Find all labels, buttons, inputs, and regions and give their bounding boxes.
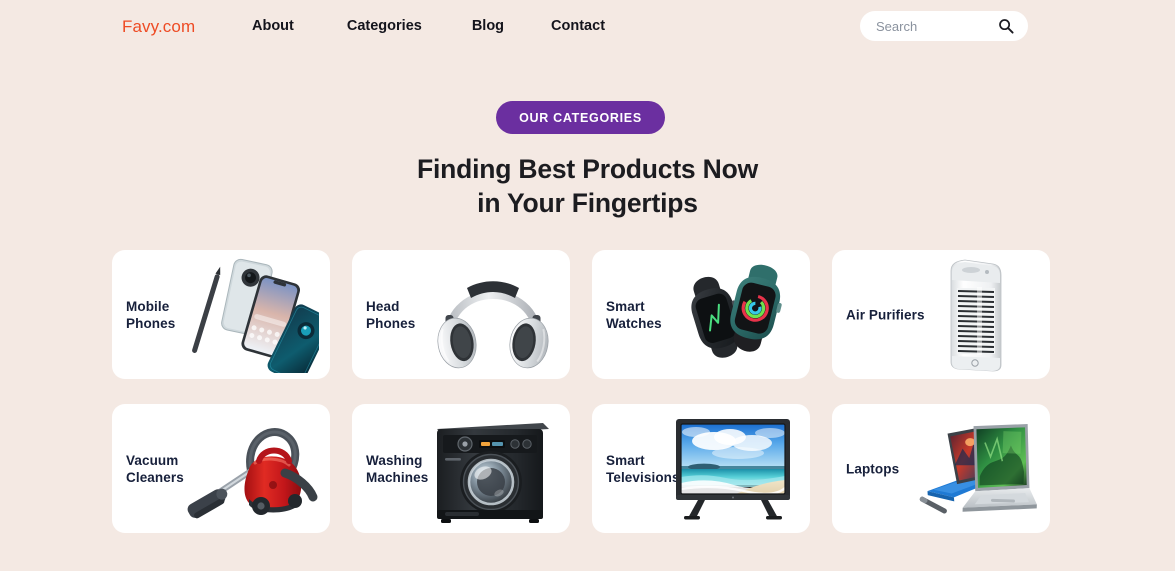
category-card-head-phones[interactable]: Head Phones [352, 250, 570, 379]
category-label-line-1: Smart [606, 298, 645, 314]
vacuum-cleaner-image [178, 404, 328, 533]
site-header: Favy.com About Categories Blog Contact [0, 0, 1175, 52]
smart-watches-image [658, 250, 808, 379]
nav-item-contact[interactable]: Contact [551, 18, 605, 34]
headphones-image [418, 250, 568, 379]
site-logo[interactable]: Favy.com [122, 17, 195, 37]
category-label: Mobile Phones [126, 298, 175, 332]
category-label-line-1: Mobile [126, 298, 170, 314]
category-card-air-purifiers[interactable]: Air Purifiers [832, 250, 1050, 379]
nav-item-blog[interactable]: Blog [472, 18, 504, 34]
category-label: Laptops [846, 460, 899, 477]
category-label-line-2: Phones [126, 315, 176, 331]
air-purifier-image [898, 250, 1048, 379]
category-label-line-2: Cleaners [126, 469, 184, 485]
category-card-laptops[interactable]: Laptops [832, 404, 1050, 533]
our-categories-badge[interactable]: OUR CATEGORIES [496, 101, 665, 134]
category-label: Head Phones [366, 298, 415, 332]
main-navigation: About Categories Blog Contact [252, 18, 605, 34]
nav-item-about[interactable]: About [252, 18, 294, 34]
search-box[interactable] [860, 11, 1028, 41]
category-label: Smart Watches [606, 298, 662, 332]
category-label-line-1: Head [366, 298, 400, 314]
search-icon[interactable] [998, 18, 1014, 34]
nav-item-categories[interactable]: Categories [347, 18, 422, 34]
search-input[interactable] [876, 14, 988, 38]
page-root: Favy.com About Categories Blog Contact O… [0, 0, 1175, 571]
category-card-smart-televisions[interactable]: Smart Televisions [592, 404, 810, 533]
category-label-line-2: Watches [606, 315, 662, 331]
smart-television-image [658, 404, 808, 533]
section-heading: Finding Best Products Now in Your Finger… [0, 152, 1175, 220]
category-card-smart-watches[interactable]: Smart Watches [592, 250, 810, 379]
category-label: Vacuum Cleaners [126, 452, 184, 486]
category-label-line-1: Vacuum [126, 452, 179, 468]
category-card-vacuum-cleaners[interactable]: Vacuum Cleaners [112, 404, 330, 533]
category-label-line-1: Laptops [846, 461, 900, 476]
washing-machine-image [418, 404, 568, 533]
mobile-phones-image [178, 250, 328, 379]
heading-line-1: Finding Best Products Now [417, 154, 758, 184]
category-card-washing-machines[interactable]: Washing Machines [352, 404, 570, 533]
categories-grid: Mobile Phones Head Phones Smart Watches … [112, 250, 1052, 533]
category-label-line-2: Phones [366, 315, 416, 331]
heading-line-2: in Your Fingertips [477, 188, 698, 218]
laptops-image [898, 404, 1048, 533]
category-card-mobile-phones[interactable]: Mobile Phones [112, 250, 330, 379]
